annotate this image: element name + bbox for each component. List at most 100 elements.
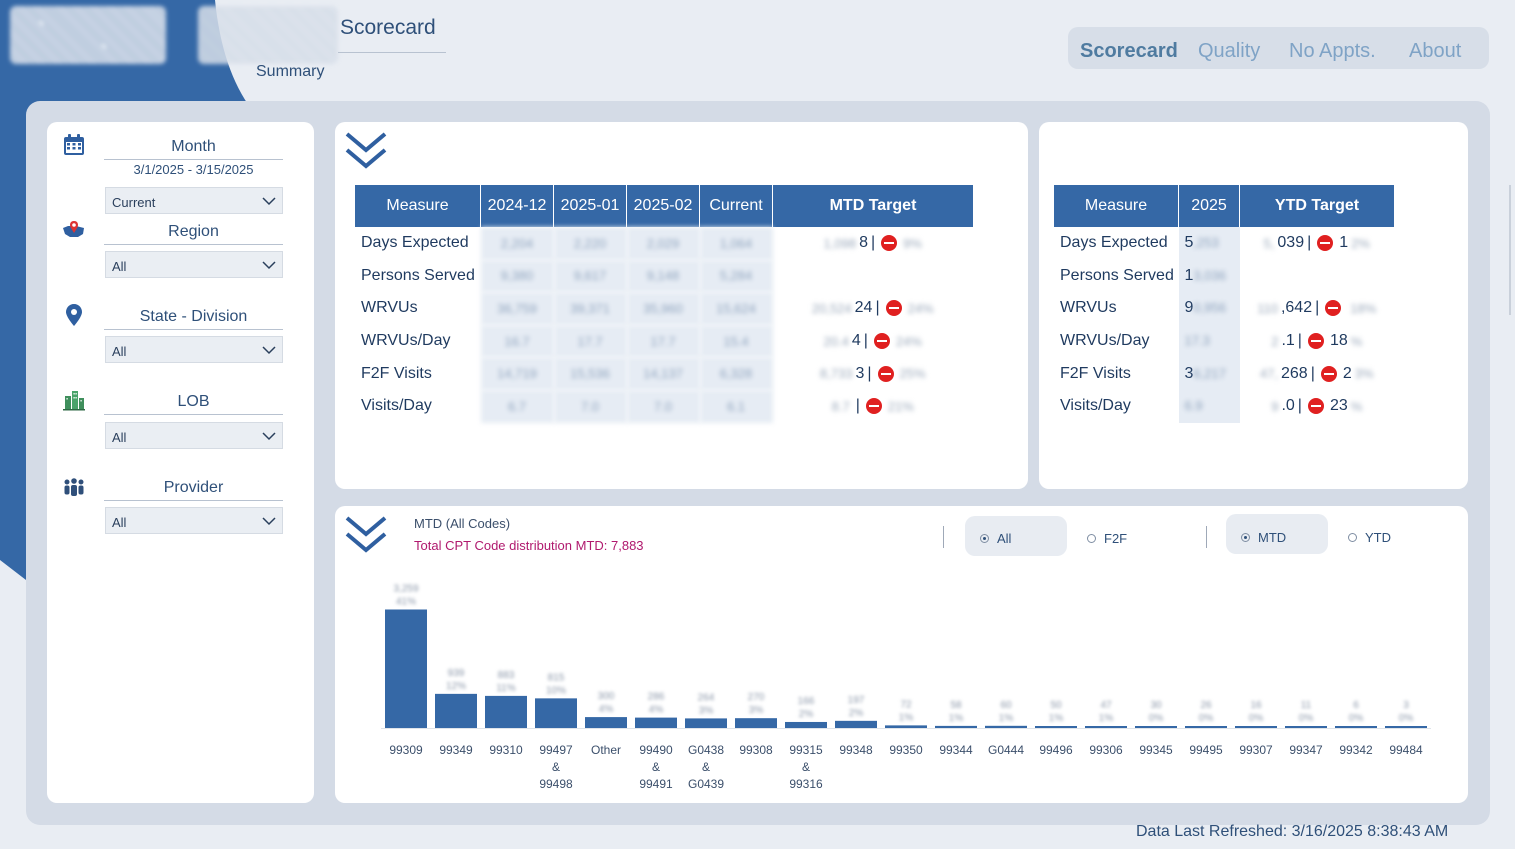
bar-G0444[interactable] xyxy=(985,725,1027,728)
table-row: Persons Served 13,036 xyxy=(1054,259,1394,293)
provider-dropdown[interactable]: All xyxy=(105,507,283,534)
table-row: WRVUs/Day 16.7 17.7 17.7 15.4 20.4 4 | 24% xyxy=(355,324,973,358)
target-value: 20.4 xyxy=(823,333,849,349)
drill-down-icon[interactable] xyxy=(344,514,388,558)
bar-99484[interactable] xyxy=(1385,726,1427,728)
month-date-range: 3/1/2025 - 3/15/2025 xyxy=(133,162,254,177)
bar-99344[interactable] xyxy=(935,725,977,728)
nav-tab-no-appts[interactable]: No Appts. xyxy=(1289,40,1376,63)
bar-99495[interactable] xyxy=(1185,726,1227,728)
divider xyxy=(1206,526,1207,548)
x-tick-label: 99307 xyxy=(1239,743,1273,757)
table-row: F2F Visits 36,217 47, 268 | 2 3% xyxy=(1054,357,1394,390)
bar-99350[interactable] xyxy=(885,725,927,728)
measure-value: 14,137 xyxy=(626,357,700,390)
measure-name: WRVUs xyxy=(1060,299,1117,317)
target-pct: % xyxy=(1350,398,1363,414)
bar-value-label: 939 xyxy=(448,668,465,679)
measure-name: WRVUs/Day xyxy=(1060,332,1150,350)
bar-99349[interactable] xyxy=(435,693,477,728)
separator: | xyxy=(1297,332,1302,350)
table-row: WRVUs 36,759 39,371 35,960 15,624 20,524 24 | 24… xyxy=(355,292,973,325)
region-dropdown[interactable]: All xyxy=(105,251,283,278)
bar-99342[interactable] xyxy=(1335,726,1377,728)
target-pct-visible: 23 xyxy=(1329,397,1348,415)
lob-dropdown-value: All xyxy=(112,430,127,445)
bar-value-label: 6 xyxy=(1353,700,1359,711)
radio-mtd[interactable]: MTD xyxy=(1241,530,1286,545)
column-header: 2024-12 xyxy=(480,185,554,227)
radio-all[interactable]: All xyxy=(980,531,1011,546)
table-row: Days Expected 5,253 5, 039 | 1 2% xyxy=(1054,227,1394,260)
separator: | xyxy=(875,299,880,317)
target-visible: 268 xyxy=(1281,364,1308,382)
target-value: 9 xyxy=(1271,398,1279,414)
column-header: Current xyxy=(699,185,773,227)
bar-percent-label: 3% xyxy=(749,705,764,716)
page-subtitle: Summary xyxy=(256,63,325,80)
bar-value-label: 3,259 xyxy=(393,583,418,594)
measure-value: 7.0 xyxy=(626,389,700,423)
measure-value: 2,029 xyxy=(626,227,700,260)
measure-value: 15.4 xyxy=(699,324,773,358)
radio-f2f[interactable]: F2F xyxy=(1087,531,1127,546)
cpt-bar-chart: 3,259 41% 99309 939 12% 99349 883 11% 99310 815 10… xyxy=(381,583,1431,791)
drill-down-icon[interactable] xyxy=(344,130,388,174)
page-title: Scorecard xyxy=(340,16,436,39)
bar-value-label: 264 xyxy=(698,692,715,703)
bar-99348[interactable] xyxy=(835,720,877,728)
bar-percent-label: 3% xyxy=(699,705,714,716)
scrollbar[interactable] xyxy=(1509,185,1511,315)
stop-icon xyxy=(1317,235,1334,252)
radio-dot xyxy=(1241,533,1250,542)
ytd-measures-table: Measure 2025 YTD Target Days Expected 5,2… xyxy=(1054,185,1394,423)
target-pct: 9% xyxy=(903,235,922,251)
bar-percent-label: 2% xyxy=(849,708,864,719)
lob-dropdown[interactable]: All xyxy=(105,422,283,449)
nav-tab-scorecard[interactable]: Scorecard xyxy=(1080,40,1178,63)
nav-tab-about[interactable]: About xyxy=(1409,40,1461,63)
chevron-down-icon xyxy=(262,432,276,441)
ytd-value-cell: 17.3 xyxy=(1178,324,1240,358)
bar-Other[interactable] xyxy=(585,717,627,728)
bar-percent-label: 4% xyxy=(599,704,614,715)
bar-99347[interactable] xyxy=(1285,726,1327,728)
nav-tab-quality[interactable]: Quality xyxy=(1198,40,1260,63)
x-tick-label: 99497 xyxy=(539,743,573,757)
ytd-target-cell: 9.0 | 23% xyxy=(1240,390,1395,423)
bar-G0438[interactable] xyxy=(685,718,727,728)
target-pct-visible: 1 xyxy=(1339,234,1349,252)
table-row: Visits/Day 6.9 9.0 | 23% xyxy=(1054,389,1395,423)
bar-99309[interactable] xyxy=(385,609,427,728)
x-tick-label: 99348 xyxy=(839,743,873,757)
bar-99497[interactable] xyxy=(535,698,577,728)
target-value: 20,524 xyxy=(811,300,852,316)
radio-label: YTD xyxy=(1365,530,1391,545)
bar-99307[interactable] xyxy=(1235,726,1277,728)
bar-percent-label: 12% xyxy=(446,681,466,692)
target-visible: 039 xyxy=(1277,234,1305,252)
bar-percent-label: 11% xyxy=(496,683,515,694)
bar-99315[interactable] xyxy=(785,721,827,728)
bar-99490[interactable] xyxy=(635,717,677,728)
bar-99496[interactable] xyxy=(1035,726,1077,728)
target-pct: 21% xyxy=(887,398,914,414)
bar-value-label: 166 xyxy=(798,696,815,707)
column-header: Measure xyxy=(355,185,481,227)
target-pct: 24% xyxy=(895,333,922,349)
location-pin-icon xyxy=(66,304,82,326)
x-tick-label: & xyxy=(802,760,810,774)
state-division-dropdown[interactable]: All xyxy=(105,336,283,363)
x-tick-label: 99315 xyxy=(789,743,823,757)
bar-99345[interactable] xyxy=(1135,726,1177,728)
bar-99306[interactable] xyxy=(1085,726,1127,728)
bar-percent-label: 4% xyxy=(649,705,664,716)
measure-value: 9,148 xyxy=(626,259,700,293)
bar-99310[interactable] xyxy=(485,695,527,728)
month-dropdown-value: Current xyxy=(112,195,156,210)
bar-99308[interactable] xyxy=(735,718,777,728)
radio-ytd[interactable]: YTD xyxy=(1348,530,1391,545)
target-value: 8.7 xyxy=(831,398,850,414)
bar-percent-label: 0% xyxy=(1199,713,1214,724)
month-dropdown[interactable]: Current xyxy=(105,187,283,214)
